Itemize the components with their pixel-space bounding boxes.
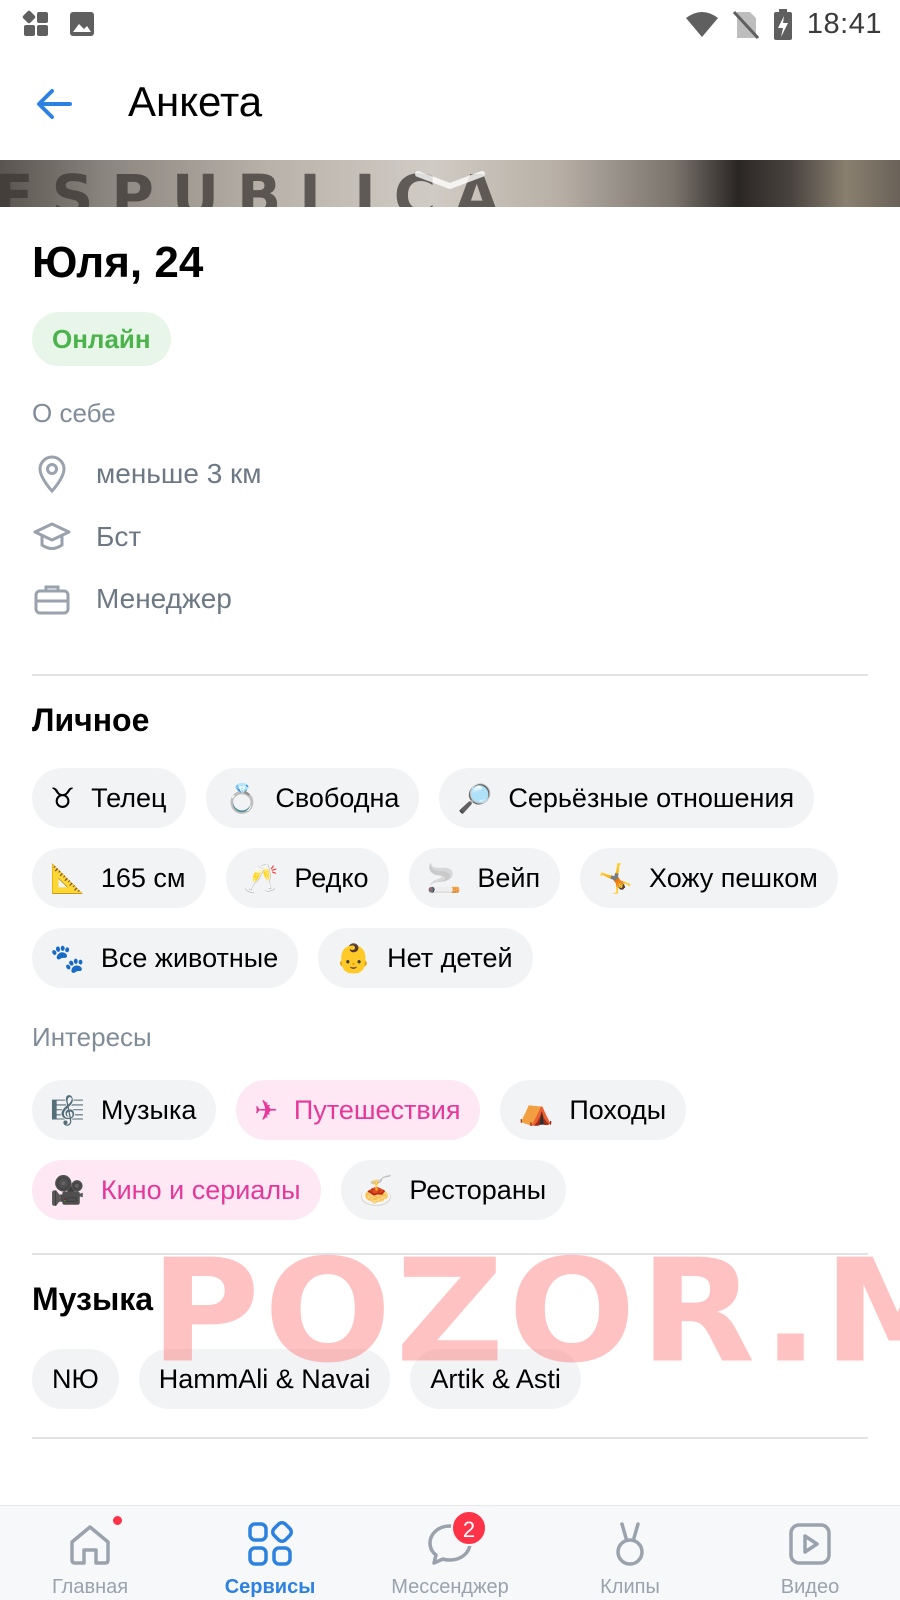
chip-relationship-status: 💍 Свободна bbox=[206, 768, 420, 828]
section-title-music: Музыка bbox=[32, 1281, 154, 1317]
nav-services[interactable]: Сервисы bbox=[180, 1506, 360, 1600]
notification-dot bbox=[111, 1514, 124, 1527]
music-chips: NЮ HammAli & Navai Artik & Asti bbox=[32, 1349, 872, 1409]
bottom-navigation: Главная Сервисы 2 Мессенджер Клипы Видео bbox=[0, 1505, 900, 1600]
nav-messenger[interactable]: 2 Мессенджер bbox=[360, 1506, 540, 1600]
cigarette-icon: 🚬 bbox=[426, 861, 462, 895]
status-bar: 18:41 bbox=[0, 0, 900, 50]
no-sim-icon bbox=[732, 10, 759, 39]
page-title: Анкета bbox=[128, 78, 263, 125]
video-icon bbox=[789, 1523, 831, 1565]
clock: 18:41 bbox=[806, 8, 882, 40]
spaghetti-icon: 🍝 bbox=[358, 1173, 394, 1207]
chip-looking-for: 🔎 Серьёзные отношения bbox=[439, 768, 815, 828]
home-icon bbox=[70, 1525, 110, 1565]
app-header: Анкета bbox=[0, 50, 900, 158]
chip-interest-music: 🎼 Музыка bbox=[32, 1080, 217, 1140]
chip-pets: 🐾 Все животные bbox=[32, 928, 299, 988]
info-job: Менеджер bbox=[32, 577, 232, 621]
gallery-icon bbox=[70, 12, 94, 36]
baby-icon: 👶 bbox=[336, 941, 372, 975]
nav-home[interactable]: Главная bbox=[0, 1506, 180, 1600]
info-distance: меньше 3 км bbox=[32, 452, 262, 496]
collapse-handle-icon[interactable] bbox=[414, 168, 486, 190]
battery-charging-icon bbox=[773, 8, 792, 40]
info-education: Бст bbox=[32, 515, 141, 559]
airplane-icon: ✈ bbox=[254, 1093, 278, 1127]
location-pin-icon bbox=[38, 455, 66, 494]
ruler-icon: 📐 bbox=[50, 861, 85, 895]
briefcase-icon bbox=[34, 585, 70, 615]
nav-video[interactable]: Видео bbox=[720, 1506, 900, 1600]
chip-smoking: 🚬 Вейп bbox=[408, 848, 561, 908]
profile-name: Юля, 24 bbox=[32, 238, 204, 287]
nav-clips[interactable]: Клипы bbox=[540, 1506, 720, 1600]
about-label: О себе bbox=[32, 398, 116, 428]
chip-interest-restaurants: 🍝 Рестораны bbox=[340, 1160, 567, 1220]
gymnast-icon: 🤸 bbox=[598, 861, 633, 895]
profile-photo[interactable]: ESPUBLICA bbox=[0, 160, 900, 207]
chip-interest-movies: 🎥 Кино и сериалы bbox=[32, 1160, 321, 1220]
paw-icon: 🐾 bbox=[50, 941, 85, 975]
taurus-icon: ♉ bbox=[50, 781, 76, 815]
chip-zodiac: ♉ Телец bbox=[32, 768, 187, 828]
tent-icon: ⛺ bbox=[518, 1093, 554, 1127]
unread-badge: 2 bbox=[451, 1510, 487, 1546]
services-icon bbox=[248, 1521, 293, 1566]
glasses-icon: 🥂 bbox=[243, 861, 279, 895]
graduation-cap-icon bbox=[33, 522, 71, 550]
section-title-personal: Личное bbox=[32, 702, 150, 738]
divider bbox=[32, 1253, 868, 1255]
divider bbox=[32, 1437, 868, 1439]
interest-chips: 🎼 Музыка ✈ Путешествия ⛺ Походы 🎥 Кино и сер… bbox=[32, 1080, 872, 1220]
chip-alcohol: 🥂 Редко bbox=[225, 848, 389, 908]
chip-interest-hiking: ⛺ Походы bbox=[500, 1080, 687, 1140]
chip-height: 📐 165 см bbox=[32, 848, 206, 908]
interests-label: Интересы bbox=[32, 1022, 152, 1052]
chip-sport: 🤸 Хожу пешком bbox=[580, 848, 838, 908]
ring-icon: 💍 bbox=[224, 781, 260, 815]
magnifier-icon: 🔎 bbox=[457, 781, 493, 815]
personal-chips: ♉ Телец 💍 Свободна 🔎 Серьёзные отношения 📐 1… bbox=[32, 768, 872, 988]
chip-artist[interactable]: HammAli & Navai bbox=[138, 1349, 391, 1409]
chip-children: 👶 Нет детей bbox=[318, 928, 533, 988]
movie-camera-icon: 🎥 bbox=[50, 1173, 85, 1207]
chip-interest-travel: ✈ Путешествия bbox=[236, 1080, 481, 1140]
wifi-icon bbox=[685, 11, 718, 37]
divider bbox=[32, 674, 868, 676]
chip-artist[interactable]: NЮ bbox=[32, 1349, 119, 1409]
music-score-icon: 🎼 bbox=[50, 1093, 85, 1127]
online-status-badge: Онлайн bbox=[32, 312, 171, 366]
back-arrow-icon[interactable] bbox=[30, 80, 78, 128]
chip-artist[interactable]: Artik & Asti bbox=[410, 1349, 581, 1409]
apps-icon bbox=[22, 10, 48, 36]
clips-icon bbox=[616, 1522, 644, 1566]
